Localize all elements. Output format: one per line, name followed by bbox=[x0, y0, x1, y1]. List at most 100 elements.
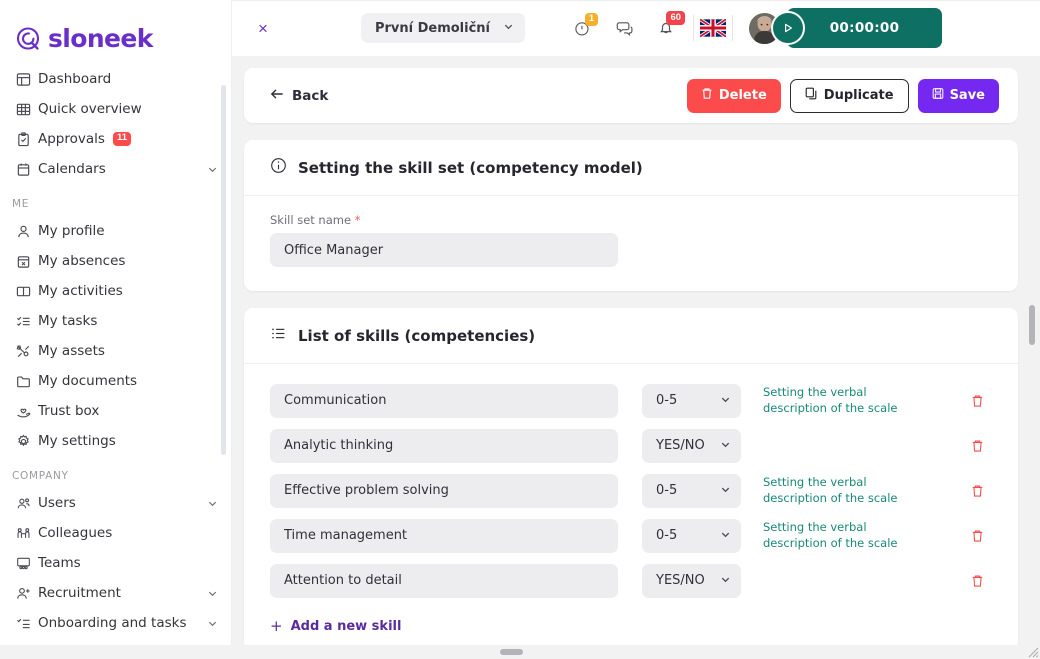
skill-scale-select[interactable]: YES/NO bbox=[642, 563, 741, 598]
sloneek-logo-icon bbox=[16, 26, 41, 51]
company-selector[interactable]: První Demoliční bbox=[360, 13, 526, 43]
skills-card-title: List of skills (competencies) bbox=[298, 327, 536, 345]
approvals-badge: 11 bbox=[112, 132, 131, 146]
sidebar-item-label: Users bbox=[38, 495, 76, 511]
colleagues-icon bbox=[16, 526, 38, 541]
sidebar-item-teams[interactable]: Teams bbox=[0, 548, 232, 578]
trash-icon bbox=[972, 485, 983, 497]
language-flag-icon[interactable] bbox=[700, 19, 727, 37]
info-button[interactable]: 1 bbox=[561, 11, 603, 45]
trash-icon bbox=[701, 87, 713, 104]
time-tracker: 00:00:00 bbox=[771, 8, 943, 48]
delete-skill-button[interactable] bbox=[971, 439, 992, 453]
copy-icon bbox=[805, 87, 818, 104]
delete-skill-button[interactable] bbox=[971, 529, 992, 543]
save-button[interactable]: Save bbox=[917, 78, 999, 113]
duplicate-button[interactable]: Duplicate bbox=[789, 78, 909, 113]
verbal-scale-link[interactable]: Setting the verbal description of the sc… bbox=[763, 520, 918, 550]
chevron-down-icon bbox=[503, 19, 514, 37]
trash-icon bbox=[972, 440, 983, 452]
vertical-scrollbar[interactable] bbox=[1028, 60, 1036, 639]
chevron-down-icon bbox=[207, 618, 218, 629]
skill-set-name-label: Skill set name * bbox=[270, 213, 992, 227]
delete-button[interactable]: Delete bbox=[686, 78, 781, 113]
chevron-down-icon bbox=[207, 588, 218, 599]
sidebar-item-my-settings[interactable]: My settings bbox=[0, 426, 232, 456]
close-icon[interactable]: × bbox=[258, 20, 268, 37]
sidebar-item-trust-box[interactable]: Trust box bbox=[0, 396, 232, 426]
app-root: sloneek Dashboard Quick overview Approva… bbox=[0, 0, 1040, 659]
skill-name-input[interactable] bbox=[270, 518, 618, 553]
sidebar-item-onboarding[interactable]: Onboarding and tasks bbox=[0, 608, 232, 638]
sidebar-item-my-activities[interactable]: My activities bbox=[0, 276, 232, 306]
skill-name-input[interactable] bbox=[270, 428, 618, 463]
sidebar-scrollbar-thumb[interactable] bbox=[221, 85, 226, 455]
save-icon bbox=[932, 87, 944, 104]
skill-name-input[interactable] bbox=[270, 563, 618, 598]
sidebar-item-my-tasks[interactable]: My tasks bbox=[0, 306, 232, 336]
skill-scale-select[interactable]: 0-5 bbox=[642, 518, 741, 553]
sidebar-item-label: Quick overview bbox=[38, 101, 142, 117]
add-new-skill-button[interactable]: + Add a new skill bbox=[270, 617, 992, 635]
folder-icon bbox=[16, 374, 38, 389]
skillset-card-title: Setting the skill set (competency model) bbox=[298, 159, 643, 177]
sidebar-item-my-profile[interactable]: My profile bbox=[0, 216, 232, 246]
resize-grip[interactable] bbox=[1025, 644, 1039, 658]
horizontal-scrollbar[interactable] bbox=[0, 645, 1040, 659]
sidebar-item-my-absences[interactable]: My absences bbox=[0, 246, 232, 276]
sidebar-item-label: Recruitment bbox=[38, 585, 121, 601]
skill-scale-select[interactable]: YES/NO bbox=[642, 428, 741, 463]
sidebar-item-dashboard[interactable]: Dashboard bbox=[0, 64, 232, 94]
timer-display: 00:00:00 bbox=[787, 8, 943, 48]
info-badge: 1 bbox=[585, 13, 599, 26]
skills-card: List of skills (competencies) 0-5 Settin… bbox=[244, 308, 1018, 651]
sidebar-item-label: My activities bbox=[38, 283, 123, 299]
play-icon bbox=[785, 23, 793, 33]
brand-logo[interactable]: sloneek bbox=[0, 0, 232, 60]
topbar: × První Demoliční 1 60 00:00:00 bbox=[232, 0, 1040, 56]
chevron-down-icon bbox=[207, 164, 218, 175]
sidebar-item-my-assets[interactable]: My assets bbox=[0, 336, 232, 366]
verbal-scale-link[interactable]: Setting the verbal description of the sc… bbox=[763, 385, 918, 415]
delete-skill-button[interactable] bbox=[971, 574, 992, 588]
sidebar-item-users[interactable]: Users bbox=[0, 488, 232, 518]
sidebar-item-approvals[interactable]: Approvals 11 bbox=[0, 124, 232, 154]
list-check-icon bbox=[16, 314, 38, 329]
topbar-top-border bbox=[232, 0, 1040, 1]
sidebar-section-me: ME bbox=[12, 198, 30, 210]
chat-button[interactable] bbox=[603, 11, 645, 45]
sidebar-scrollbar[interactable] bbox=[221, 54, 226, 651]
chevron-down-icon bbox=[720, 482, 731, 500]
grid-icon bbox=[16, 102, 38, 117]
delete-skill-button[interactable] bbox=[971, 394, 992, 408]
skill-scale-value: YES/NO bbox=[656, 438, 705, 453]
verbal-scale-link[interactable]: Setting the verbal description of the sc… bbox=[763, 475, 918, 505]
delete-skill-button[interactable] bbox=[971, 484, 992, 498]
trash-icon bbox=[972, 530, 983, 542]
sidebar-item-my-documents[interactable]: My documents bbox=[0, 366, 232, 396]
plus-icon: + bbox=[270, 617, 283, 635]
skill-set-name-input[interactable] bbox=[270, 233, 618, 267]
sidebar-item-label: My absences bbox=[38, 253, 126, 269]
skill-scale-value: YES/NO bbox=[656, 573, 705, 588]
sidebar-item-quick-overview[interactable]: Quick overview bbox=[0, 94, 232, 124]
skill-scale-select[interactable]: 0-5 bbox=[642, 473, 741, 508]
sidebar-item-calendars[interactable]: Calendars bbox=[0, 154, 232, 184]
sidebar-item-recruitment[interactable]: Recruitment bbox=[0, 578, 232, 608]
play-button[interactable] bbox=[771, 11, 806, 45]
list-icon bbox=[270, 325, 287, 347]
table-row: YES/NO bbox=[270, 558, 992, 603]
teams-icon bbox=[16, 556, 38, 571]
brand-name: sloneek bbox=[48, 24, 153, 53]
back-button[interactable]: Back bbox=[270, 88, 328, 104]
skill-name-input[interactable] bbox=[270, 383, 618, 418]
skill-scale-select[interactable]: 0-5 bbox=[642, 383, 741, 418]
sidebar-item-label: Calendars bbox=[38, 161, 106, 177]
sidebar-item-colleagues[interactable]: Colleagues bbox=[0, 518, 232, 548]
sidebar-item-label: Teams bbox=[38, 555, 81, 571]
vertical-scrollbar-thumb[interactable] bbox=[1029, 305, 1035, 345]
horizontal-scrollbar-thumb[interactable] bbox=[500, 649, 523, 655]
skill-name-input[interactable] bbox=[270, 473, 618, 508]
notifications-button[interactable]: 60 bbox=[645, 11, 687, 45]
calendar-icon bbox=[16, 162, 38, 177]
